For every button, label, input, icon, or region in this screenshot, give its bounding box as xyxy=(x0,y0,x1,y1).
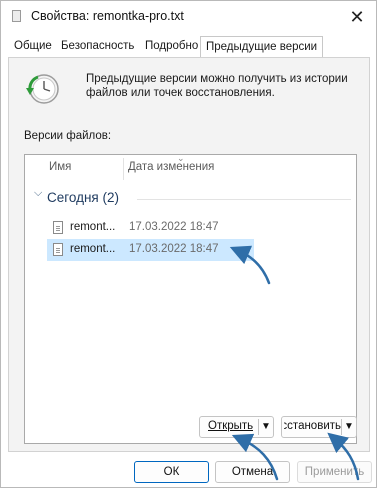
list-item-name: remont... xyxy=(70,243,116,255)
description-text: Предыдущие версии можно получить из исто… xyxy=(86,73,348,99)
group-header-today[interactable]: Сегодня (2) xyxy=(47,190,119,205)
open-split-button[interactable]: Открыть ▼ xyxy=(199,416,274,438)
chevron-down-icon[interactable]: ⌵ xyxy=(34,187,42,200)
column-header-name[interactable]: Имя xyxy=(49,161,71,173)
tab-details[interactable]: Подробно xyxy=(140,37,203,56)
group-divider xyxy=(137,199,351,200)
open-button[interactable]: Открыть xyxy=(208,420,253,432)
column-separator[interactable] xyxy=(123,158,124,180)
list-item-selected[interactable]: remont... 17.03.2022 18:47 xyxy=(47,239,254,261)
previous-versions-panel: Предыдущие версии можно получить из исто… xyxy=(8,57,370,452)
ok-button[interactable]: ОК xyxy=(134,461,209,483)
file-icon xyxy=(53,221,63,234)
list-item[interactable]: remont... 17.03.2022 18:47 xyxy=(47,217,254,239)
chevron-down-icon: ▼ xyxy=(261,421,271,432)
close-button[interactable]: ✕ xyxy=(344,5,370,29)
cancel-button[interactable]: Отмена xyxy=(215,461,290,483)
open-dropdown-button[interactable]: ▼ xyxy=(258,419,273,435)
chevron-down-icon: ▼ xyxy=(344,421,354,432)
list-item-date: 17.03.2022 18:47 xyxy=(129,243,219,255)
file-icon xyxy=(12,10,21,22)
apply-button[interactable]: Применить xyxy=(297,461,372,483)
versions-label: Версии файлов: xyxy=(24,130,112,142)
column-header-date[interactable]: Дата изменения xyxy=(128,161,214,173)
tab-general[interactable]: Общие xyxy=(9,37,57,56)
tab-strip: Общие Безопасность Подробно Предыдущие в… xyxy=(9,36,369,58)
restore-clock-icon xyxy=(26,74,59,104)
restore-dropdown-button[interactable]: ▼ xyxy=(341,419,356,435)
close-icon: ✕ xyxy=(349,7,365,27)
window-title: Свойства: remontka-pro.txt xyxy=(31,9,184,23)
list-item-name: remont... xyxy=(70,221,116,233)
restore-split-button[interactable]: Восстановить ▼ xyxy=(281,416,357,438)
list-item-date: 17.03.2022 18:47 xyxy=(129,221,219,233)
restore-button[interactable]: Восстановить xyxy=(284,420,341,432)
title-bar[interactable]: Свойства: remontka-pro.txt ✕ xyxy=(1,1,376,33)
tab-security[interactable]: Безопасность xyxy=(56,37,139,56)
file-icon xyxy=(53,243,63,256)
tab-previous-versions[interactable]: Предыдущие версии xyxy=(200,36,324,58)
file-versions-list[interactable]: Имя ⌄ Дата изменения ⌵ Сегодня (2) remon… xyxy=(24,153,357,444)
properties-dialog: Свойства: remontka-pro.txt ✕ Общие Безоп… xyxy=(0,0,377,488)
